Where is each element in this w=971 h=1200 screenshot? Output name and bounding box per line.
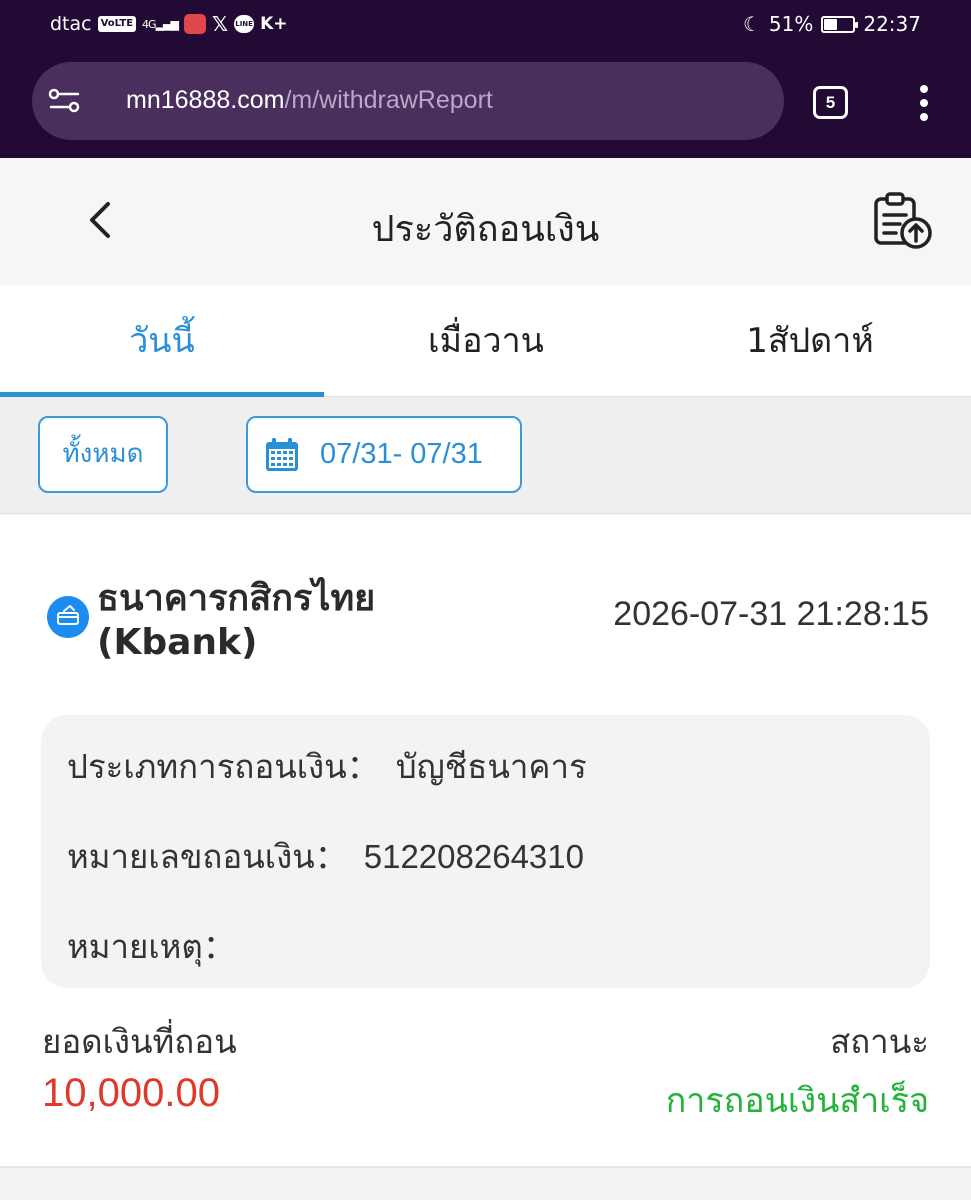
filter-all-button[interactable]: ทั้งหมด (38, 416, 168, 493)
date-range-text: 07/31- 07/31 (320, 438, 483, 470)
tab-yesterday[interactable]: เมื่อวาน (324, 285, 648, 397)
battery-percent: 51% (768, 12, 814, 36)
date-range-button[interactable]: 07/31- 07/31 (246, 416, 522, 493)
shopee-icon (183, 14, 206, 34)
note-label: หมายเหตุ： (67, 927, 236, 966)
bank-card-icon (47, 596, 89, 638)
list-bottom-area (0, 1168, 971, 1200)
record-details: ประเภทการถอนเงิน： บัญชีธนาคาร หมายเลขถอนเ… (41, 715, 930, 988)
withdraw-type-label: ประเภทการถอนเงิน： (67, 747, 380, 786)
filter-bar: ทั้งหมด 07/31- 07/31 (0, 397, 971, 514)
record-datetime: 2026-07-31 21:28:15 (613, 595, 929, 633)
tab-today[interactable]: วันนี้ (0, 285, 324, 397)
tab-one-week[interactable]: 1สัปดาห์ (648, 285, 971, 397)
clipboard-upload-icon[interactable] (870, 191, 934, 251)
page-header: ประวัติถอนเงิน (0, 158, 971, 285)
page-title: ประวัติถอนเงิน (371, 209, 600, 250)
amount-value: 10,000.00 (42, 1071, 220, 1115)
site-settings-icon[interactable] (48, 88, 82, 114)
battery-fill (824, 18, 838, 30)
status-right: ☾ 51% 22:37 (743, 12, 921, 36)
withdrawal-record-card[interactable]: ธนาคารกสิกรไทย (Kbank) 2026-07-31 21:28:… (0, 515, 971, 1168)
withdraw-number-value: 512208264310 (363, 838, 584, 875)
url-bar[interactable]: mn16888.com/m/withdrawReport (32, 62, 784, 140)
period-tabs: วันนี้ เมื่อวาน 1สัปดาห์ (0, 285, 971, 397)
url-domain: mn16888.com (126, 86, 285, 114)
note-row: หมายเหตุ： (67, 920, 252, 973)
battery-icon (821, 15, 859, 33)
line-icon: LINE (234, 15, 255, 33)
moon-icon: ☾ (742, 12, 761, 36)
withdraw-number-label: หมายเลขถอนเงิน： (67, 837, 348, 876)
status-label: สถานะ (830, 1022, 929, 1061)
tab-switcher-button[interactable]: 5 (813, 86, 848, 119)
carrier-name: dtac (50, 13, 92, 35)
withdraw-type-value: บัญชีธนาคาร (395, 747, 587, 786)
withdraw-type-row: ประเภทการถอนเงิน： บัญชีธนาคาร (67, 740, 587, 793)
status-bar: dtac VoLTE 4G▂▄▆ 𝕏 LINE K+ ☾ 51% 22:37 (0, 0, 971, 48)
calendar-icon (266, 438, 298, 471)
status-left: dtac VoLTE 4G▂▄▆ 𝕏 LINE K+ (50, 12, 288, 36)
status-value: การถอนเงินสำเร็จ (665, 1081, 929, 1121)
browser-chrome: dtac VoLTE 4G▂▄▆ 𝕏 LINE K+ ☾ 51% 22:37 m… (0, 0, 971, 158)
url-path: /m/withdrawReport (284, 86, 493, 114)
network-signal-icon: 4G▂▄▆ (142, 17, 179, 31)
withdraw-number-row: หมายเลขถอนเงิน： 512208264310 (67, 830, 584, 883)
amount-label: ยอดเงินที่ถอน (42, 1022, 237, 1061)
network-type: 4G (142, 17, 156, 31)
volte-badge: VoLTE (97, 16, 137, 32)
browser-menu-button[interactable] (917, 85, 931, 121)
x-icon: 𝕏 (211, 12, 229, 36)
bank-name: ธนาคารกสิกรไทย (Kbank) (97, 578, 376, 663)
kplus-icon: K+ (260, 14, 288, 34)
clock: 22:37 (863, 12, 921, 36)
url-text[interactable]: mn16888.com/m/withdrawReport (126, 86, 493, 115)
